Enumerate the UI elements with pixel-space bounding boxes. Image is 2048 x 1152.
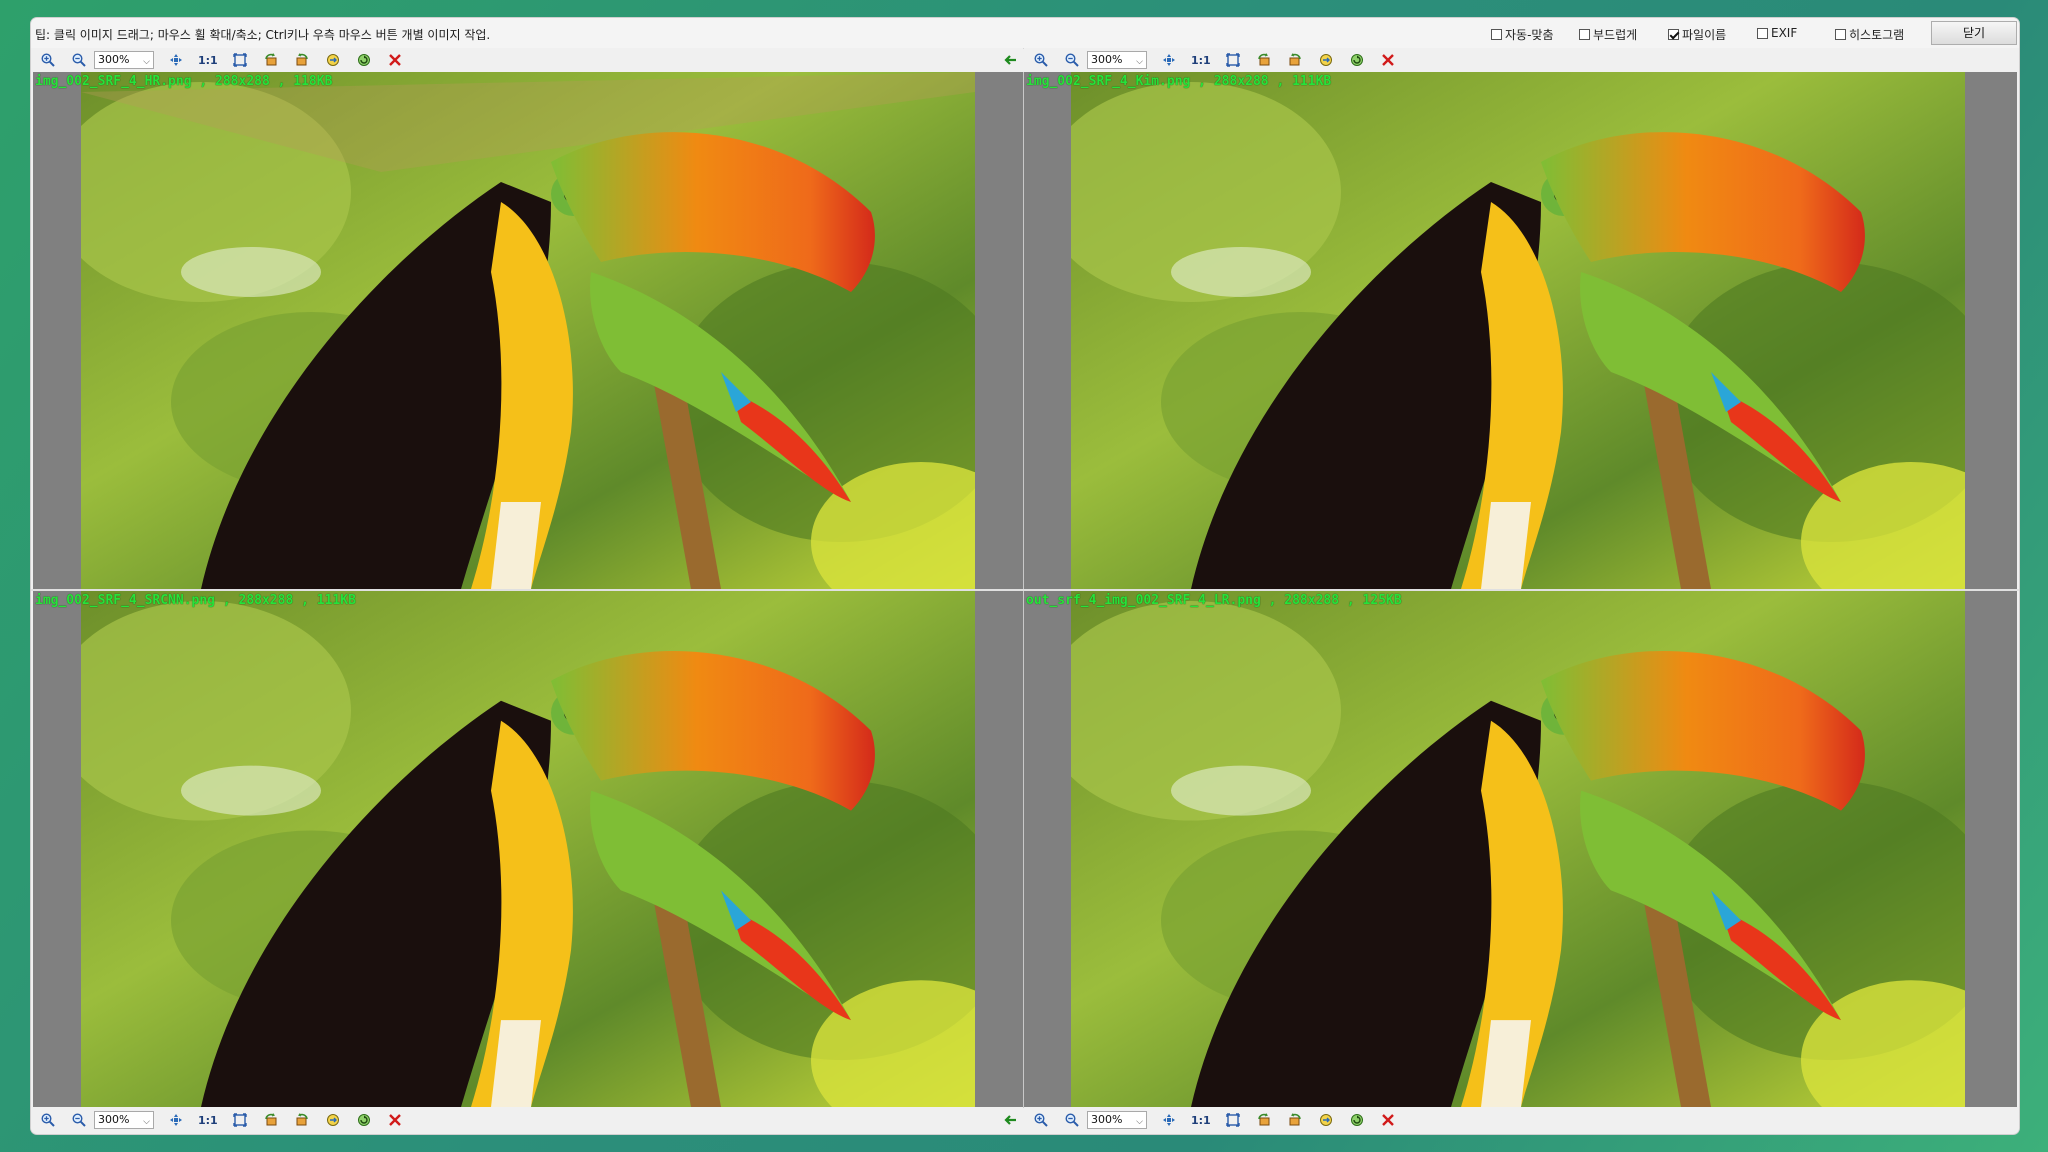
back-arrow-icon[interactable] (1001, 51, 1019, 69)
rotate-left-icon[interactable] (262, 1111, 280, 1129)
zoom-value: 300% (1091, 53, 1123, 66)
histogram-checkbox[interactable]: 히스토그램 (1835, 26, 1904, 43)
smooth-label: 부드럽게 (1593, 28, 1638, 42)
fullscreen-icon[interactable] (1224, 51, 1242, 69)
toucan-image[interactable] (1071, 591, 1965, 1107)
toucan-image[interactable] (81, 72, 975, 589)
toucan-image[interactable] (1071, 72, 1965, 589)
close-icon[interactable] (1379, 1111, 1397, 1129)
zoom-out-icon[interactable] (70, 51, 88, 69)
actual-size-button[interactable]: 1:1 (198, 54, 218, 67)
fit-icon[interactable] (167, 51, 185, 69)
rotate-left-icon[interactable] (1255, 1111, 1273, 1129)
zoom-value: 300% (98, 53, 130, 66)
zoom-select[interactable]: 300% ⌵ (1087, 51, 1147, 69)
flip-icon[interactable] (324, 51, 342, 69)
fit-icon[interactable] (1160, 1111, 1178, 1129)
flip-icon[interactable] (324, 1111, 342, 1129)
chevron-down-icon: ⌵ (143, 1117, 150, 1127)
checkbox-box[interactable] (1668, 29, 1679, 40)
checkbox-box[interactable] (1835, 29, 1846, 40)
zoom-out-icon[interactable] (1063, 51, 1081, 69)
filename-label: 파일이름 (1682, 28, 1727, 42)
rotate-right-icon[interactable] (293, 51, 311, 69)
image-panel-bottom-right[interactable]: out_srf_4_img_002_SRF_4_LR.png , 288x288… (1024, 591, 2017, 1107)
chevron-down-icon: ⌵ (1136, 1117, 1143, 1127)
fullscreen-icon[interactable] (231, 1111, 249, 1129)
toolbar-bottom-right: 300% ⌵ 1:1 (1024, 1108, 2019, 1132)
image-caption: img_002_SRF_4_Kim.png , 288x288 , 111KB (1026, 74, 1332, 89)
image-caption: out_srf_4_img_002_SRF_4_LR.png , 288x288… (1026, 593, 1402, 608)
zoom-in-icon[interactable] (1032, 1111, 1050, 1129)
image-compare-window: 팁: 클릭 이미지 드래그; 마우스 휠 확대/축소; Ctrl키나 우측 마우… (31, 18, 2019, 1134)
close-icon[interactable] (1379, 51, 1397, 69)
actual-size-button[interactable]: 1:1 (1191, 54, 1211, 67)
actual-size-button[interactable]: 1:1 (198, 1114, 218, 1127)
flip-icon[interactable] (1317, 51, 1335, 69)
zoom-value: 300% (1091, 1113, 1123, 1126)
auto-fit-checkbox[interactable]: 자동-맞춤 (1491, 26, 1554, 43)
smooth-checkbox[interactable]: 부드럽게 (1579, 26, 1637, 43)
back-arrow-icon[interactable] (1001, 1111, 1019, 1129)
checkbox-box[interactable] (1491, 29, 1502, 40)
toolbar-top-left: 300% ⌵ 1:1 (31, 48, 1023, 72)
image-panel-top-right[interactable]: img_002_SRF_4_Kim.png , 288x288 , 111KB (1024, 72, 2017, 589)
zoom-in-icon[interactable] (39, 51, 57, 69)
exif-label: EXIF (1771, 26, 1798, 40)
checkbox-box[interactable] (1579, 29, 1590, 40)
actual-size-button[interactable]: 1:1 (1191, 1114, 1211, 1127)
flip-icon[interactable] (1317, 1111, 1335, 1129)
rotate-right-icon[interactable] (1286, 1111, 1304, 1129)
toolbar-bottom-left: 300% ⌵ 1:1 (31, 1108, 1023, 1132)
fullscreen-icon[interactable] (1224, 1111, 1242, 1129)
chevron-down-icon: ⌵ (1136, 57, 1143, 67)
tip-text: 팁: 클릭 이미지 드래그; 마우스 휠 확대/축소; Ctrl키나 우측 마우… (35, 28, 491, 42)
image-panel-bottom-left[interactable]: img_002_SRF_4_SRCNN.png , 288x288 , 111K… (33, 591, 1023, 1107)
rotate-right-icon[interactable] (293, 1111, 311, 1129)
zoom-out-icon[interactable] (1063, 1111, 1081, 1129)
zoom-out-icon[interactable] (70, 1111, 88, 1129)
chevron-down-icon: ⌵ (143, 57, 150, 67)
close-button[interactable]: 닫기 (1931, 21, 2017, 45)
toolbar-top-right: 300% ⌵ 1:1 (1024, 48, 2019, 72)
refresh-icon[interactable] (355, 51, 373, 69)
refresh-icon[interactable] (1348, 1111, 1366, 1129)
fullscreen-icon[interactable] (231, 51, 249, 69)
tip-bar: 팁: 클릭 이미지 드래그; 마우스 휠 확대/축소; Ctrl키나 우측 마우… (31, 18, 2019, 49)
rotate-right-icon[interactable] (1286, 51, 1304, 69)
rotate-left-icon[interactable] (1255, 51, 1273, 69)
zoom-value: 300% (98, 1113, 130, 1126)
image-caption: img_002_SRF_4_HR.png , 288x288 , 118KB (35, 74, 333, 89)
toucan-image[interactable] (81, 591, 975, 1107)
exif-checkbox[interactable]: EXIF (1757, 26, 1797, 40)
zoom-select[interactable]: 300% ⌵ (1087, 1111, 1147, 1129)
close-icon[interactable] (386, 51, 404, 69)
zoom-in-icon[interactable] (39, 1111, 57, 1129)
refresh-icon[interactable] (355, 1111, 373, 1129)
horizontal-divider[interactable] (31, 589, 2019, 591)
rotate-left-icon[interactable] (262, 51, 280, 69)
image-caption: img_002_SRF_4_SRCNN.png , 288x288 , 111K… (35, 593, 356, 608)
checkbox-box[interactable] (1757, 27, 1768, 39)
image-panel-top-left[interactable]: img_002_SRF_4_HR.png , 288x288 , 118KB (33, 72, 1023, 589)
filename-checkbox[interactable]: 파일이름 (1668, 26, 1726, 43)
auto-fit-label: 자동-맞춤 (1505, 28, 1554, 42)
refresh-icon[interactable] (1348, 51, 1366, 69)
fit-icon[interactable] (167, 1111, 185, 1129)
zoom-select[interactable]: 300% ⌵ (94, 51, 154, 69)
fit-icon[interactable] (1160, 51, 1178, 69)
close-icon[interactable] (386, 1111, 404, 1129)
zoom-in-icon[interactable] (1032, 51, 1050, 69)
zoom-select[interactable]: 300% ⌵ (94, 1111, 154, 1129)
histogram-label: 히스토그램 (1849, 28, 1905, 42)
